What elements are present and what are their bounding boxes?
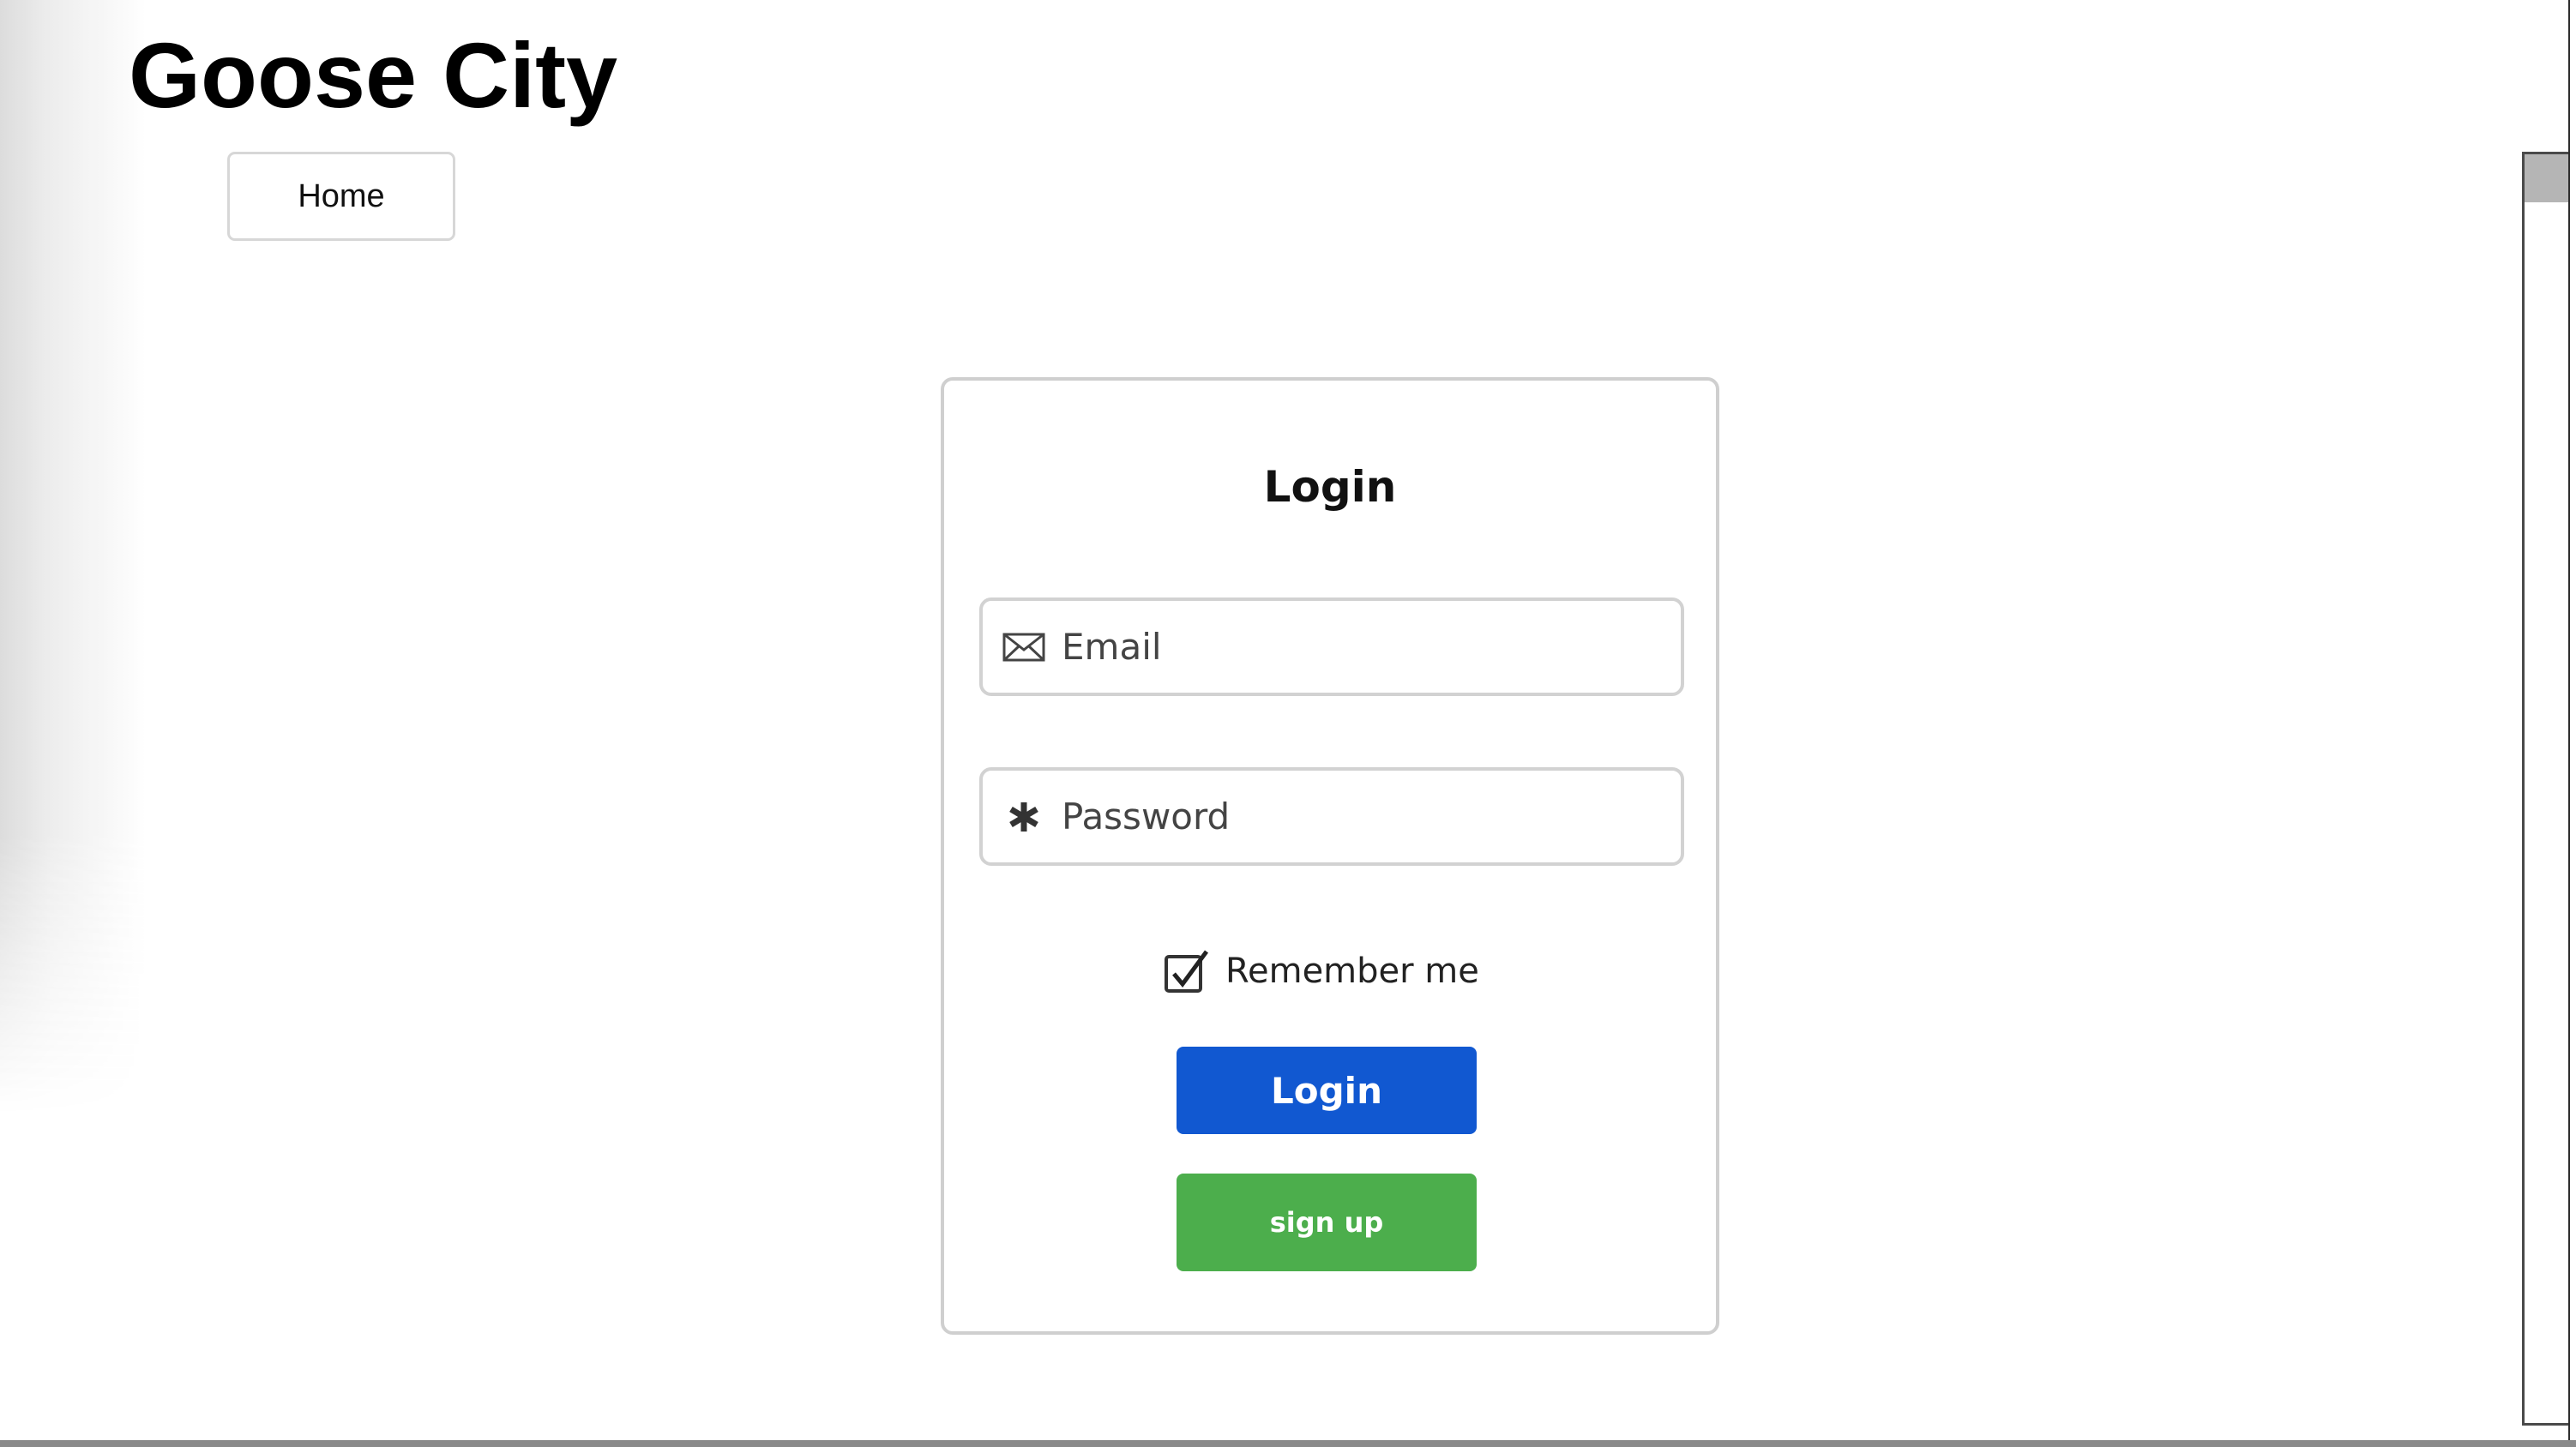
signup-button[interactable]: sign up [1177, 1174, 1477, 1271]
email-input[interactable] [1062, 626, 1645, 668]
login-heading: Login [1263, 462, 1397, 512]
window-right-edge [2568, 0, 2576, 1447]
home-button[interactable]: Home [227, 152, 455, 241]
window-bottom-edge [0, 1440, 2576, 1447]
remember-me-label: Remember me [1225, 952, 1479, 991]
password-field[interactable] [979, 767, 1684, 866]
left-edge-shadow [0, 0, 146, 1114]
login-page: Goose City Home Login Email Remember me … [0, 0, 2576, 1447]
email-field[interactable] [979, 597, 1684, 696]
remember-me: Remember me [1164, 945, 1479, 998]
remember-me-checkbox[interactable] [1164, 948, 1210, 994]
envelope-icon [983, 601, 1065, 693]
scrollbar-thumb[interactable] [2525, 154, 2568, 202]
site-title: Goose City [129, 23, 618, 127]
login-card: Login Email Remember me Login sign up [941, 377, 1719, 1335]
asterisk-icon [983, 771, 1065, 862]
login-button[interactable]: Login [1177, 1047, 1477, 1134]
vertical-scrollbar[interactable] [2522, 152, 2568, 1426]
password-input[interactable] [1062, 796, 1645, 838]
